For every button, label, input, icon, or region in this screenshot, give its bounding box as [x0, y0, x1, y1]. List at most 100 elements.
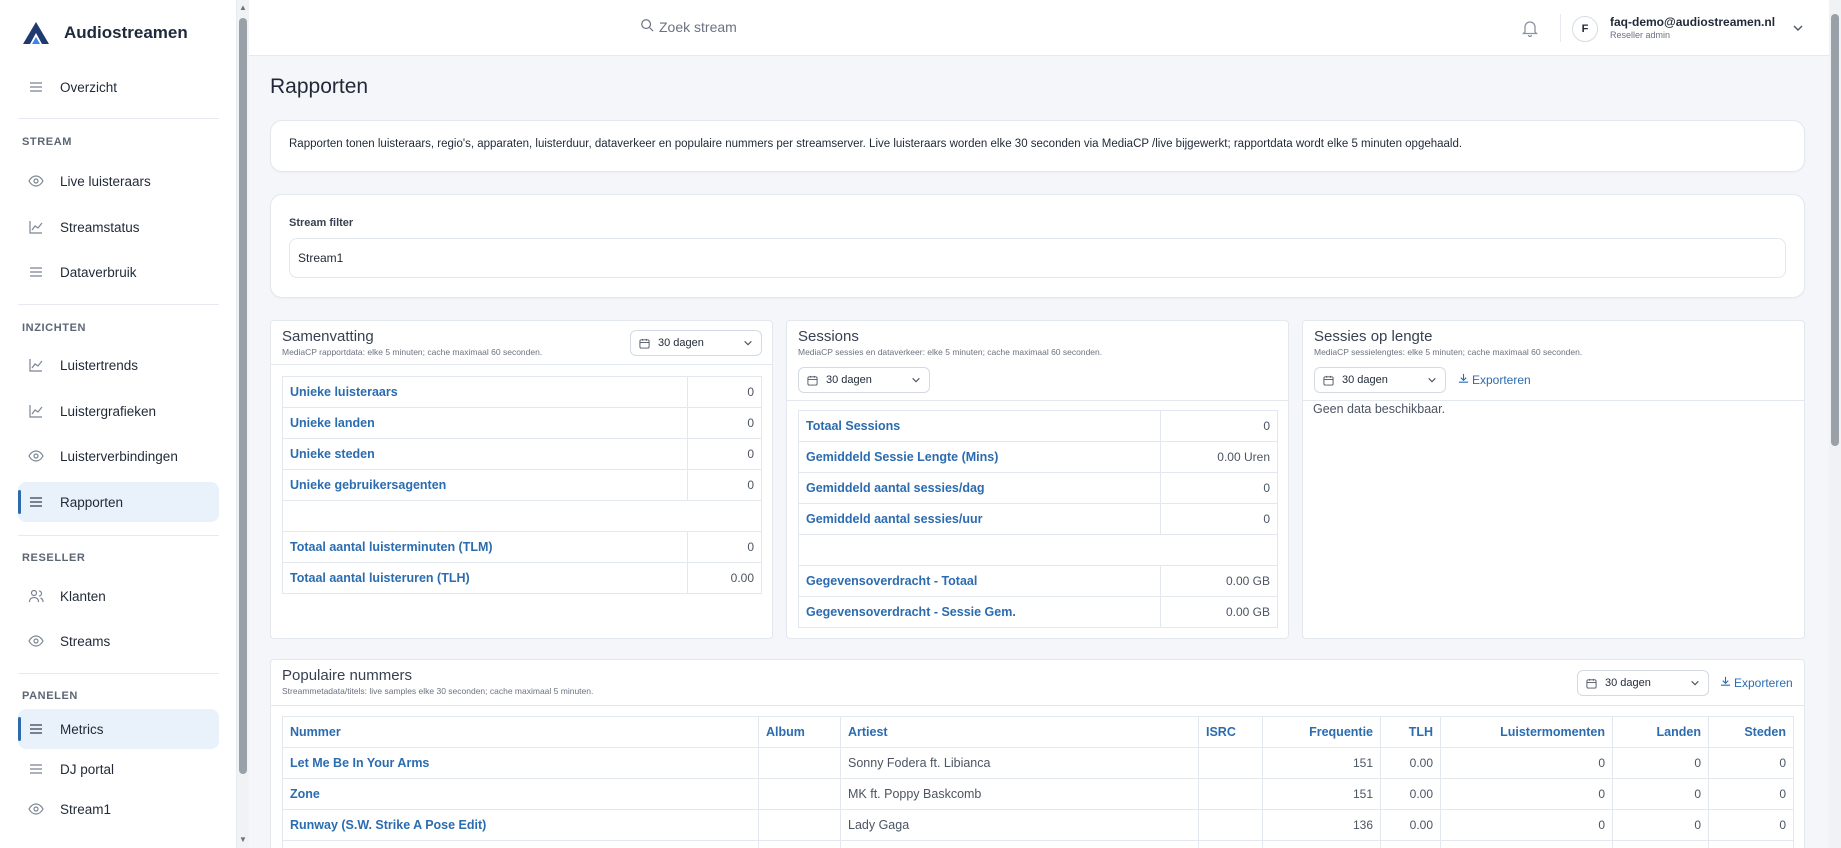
export-button[interactable]: Exporteren	[1720, 676, 1793, 690]
empty-row	[798, 534, 1278, 566]
menu-icon	[28, 721, 44, 737]
track-tlh: 0.00	[1380, 809, 1441, 841]
sidebar-item-rapporten[interactable]: Rapporten	[18, 482, 219, 522]
col-frequentie[interactable]: Frequentie	[1262, 716, 1381, 748]
main-scroll-thumb[interactable]	[1831, 14, 1839, 446]
range-select[interactable]: 30 dagen	[1577, 670, 1709, 696]
col-luistermomenten[interactable]: Luistermomenten	[1440, 716, 1613, 748]
track-album	[758, 809, 841, 841]
range-select[interactable]: 30 dagen	[1314, 367, 1446, 393]
track-name[interactable]: Runway (S.W. Strike A Pose Edit)	[282, 809, 759, 841]
sidebar-item-dataverbruik[interactable]: Dataverbruik	[18, 252, 219, 292]
scroll-down-icon[interactable]: ▼	[237, 834, 249, 846]
search-icon	[640, 18, 654, 35]
track-name[interactable]: Zone	[282, 778, 759, 810]
divider	[18, 118, 219, 119]
section-label-inzichten: INZICHTEN	[22, 322, 87, 334]
row-value: 0	[1160, 472, 1278, 504]
range-value: 30 dagen	[1342, 374, 1388, 386]
table-row: Let Me Be In Your Arms Sonny Fodera ft. …	[282, 747, 1794, 779]
table-row	[282, 840, 1794, 848]
sidebar-item-streamstatus[interactable]: Streamstatus	[18, 207, 219, 247]
sidebar-item-label: Dataverbruik	[60, 264, 137, 280]
search-input[interactable]: Zoek stream	[640, 18, 737, 35]
eye-icon	[28, 801, 44, 817]
track-isrc	[1198, 747, 1263, 779]
row-label: Totaal aantal luisteruren (TLH)	[282, 562, 688, 594]
table-row: Totaal Sessions 0	[798, 410, 1278, 442]
chevron-down-icon[interactable]	[1792, 21, 1804, 39]
sidebar-item-luistertrends[interactable]: Luistertrends	[18, 345, 219, 385]
empty-row	[282, 500, 762, 532]
sidebar-item-luistergrafieken[interactable]: Luistergrafieken	[18, 391, 219, 431]
line-chart-icon	[28, 403, 44, 419]
eye-icon	[28, 633, 44, 649]
sidebar-item-luisterverbindingen[interactable]: Luisterverbindingen	[18, 436, 219, 476]
sidebar-item-label: Klanten	[60, 588, 106, 604]
download-icon	[1720, 676, 1731, 690]
sidebar-item-label: Rapporten	[60, 494, 124, 510]
divider	[271, 364, 772, 365]
col-album[interactable]: Album	[758, 716, 841, 748]
divider	[1303, 400, 1804, 401]
section-label-reseller: RESELLER	[22, 552, 86, 564]
panel-title: Sessions	[798, 328, 859, 345]
avatar[interactable]: F	[1572, 16, 1598, 42]
chevron-down-icon	[1690, 678, 1700, 688]
export-label: Exporteren	[1734, 676, 1793, 690]
table-row: Unieke gebruikersagenten 0	[282, 469, 762, 501]
range-value: 30 dagen	[826, 374, 872, 386]
bell-icon[interactable]	[1521, 19, 1539, 42]
row-label: Gegevensoverdracht - Totaal	[798, 565, 1161, 597]
section-label-stream: STREAM	[22, 136, 73, 148]
sidebar-item-stream1[interactable]: Stream1	[18, 789, 219, 829]
chevron-down-icon	[1427, 375, 1437, 385]
sessions-table: Totaal Sessions 0 Gemiddeld Sessie Lengte…	[798, 410, 1278, 628]
col-artiest[interactable]: Artiest	[840, 716, 1199, 748]
sidebar-item-streams[interactable]: Streams	[18, 621, 219, 661]
table-row: Unieke luisteraars 0	[282, 376, 762, 408]
col-tlh[interactable]: TLH	[1380, 716, 1441, 748]
table-row: Gemiddeld aantal sessies/uur 0	[798, 503, 1278, 535]
info-card: Rapporten tonen luisteraars, regio's, ap…	[270, 120, 1805, 172]
row-value: 0	[687, 469, 762, 501]
stream-filter-input[interactable]: Stream1	[289, 238, 1786, 278]
search-placeholder: Zoek stream	[659, 18, 737, 35]
row-value: 0	[687, 438, 762, 470]
export-button[interactable]: Exporteren	[1458, 373, 1531, 387]
divider	[18, 535, 219, 536]
range-value: 30 dagen	[658, 337, 704, 349]
sidebar-item-dj-portal[interactable]: DJ portal	[18, 749, 219, 789]
sidebar-item-metrics[interactable]: Metrics	[18, 709, 219, 749]
sidebar-item-klanten[interactable]: Klanten	[18, 576, 219, 616]
row-label: Totaal Sessions	[798, 410, 1161, 442]
row-value: 0	[1160, 410, 1278, 442]
divider	[787, 400, 1288, 401]
track-frequency: 151	[1262, 747, 1381, 779]
user-email[interactable]: faq-demo@audiostreamen.nl	[1610, 15, 1775, 29]
range-select[interactable]: 30 dagen	[630, 330, 762, 356]
range-select[interactable]: 30 dagen	[798, 367, 930, 393]
row-value: 0.00	[687, 562, 762, 594]
col-landen[interactable]: Landen	[1612, 716, 1709, 748]
track-name[interactable]: Let Me Be In Your Arms	[282, 747, 759, 779]
sidebar-item-overzicht[interactable]: Overzicht	[18, 67, 219, 107]
col-nummer[interactable]: Nummer	[282, 716, 759, 748]
table-header-row: Nummer Album Artiest ISRC Frequentie TLH…	[282, 716, 1794, 748]
col-isrc[interactable]: ISRC	[1198, 716, 1263, 748]
row-value: 0	[687, 407, 762, 439]
sidebar-scroll-thumb[interactable]	[239, 18, 247, 774]
brand[interactable]: Audiostreamen	[22, 16, 188, 50]
page-title: Rapporten	[270, 75, 369, 98]
download-icon	[1458, 373, 1469, 387]
track-tlh: 0.00	[1380, 747, 1441, 779]
track-frequency: 136	[1262, 809, 1381, 841]
sidebar-item-live-luisteraars[interactable]: Live luisteraars	[18, 161, 219, 201]
calendar-icon	[807, 375, 818, 386]
sidebar-item-label: Stream1	[60, 801, 112, 817]
track-cities: 0	[1708, 778, 1794, 810]
divider	[18, 304, 219, 305]
scroll-up-icon[interactable]: ▲	[237, 2, 249, 14]
col-steden[interactable]: Steden	[1708, 716, 1794, 748]
track-moments: 0	[1440, 747, 1613, 779]
